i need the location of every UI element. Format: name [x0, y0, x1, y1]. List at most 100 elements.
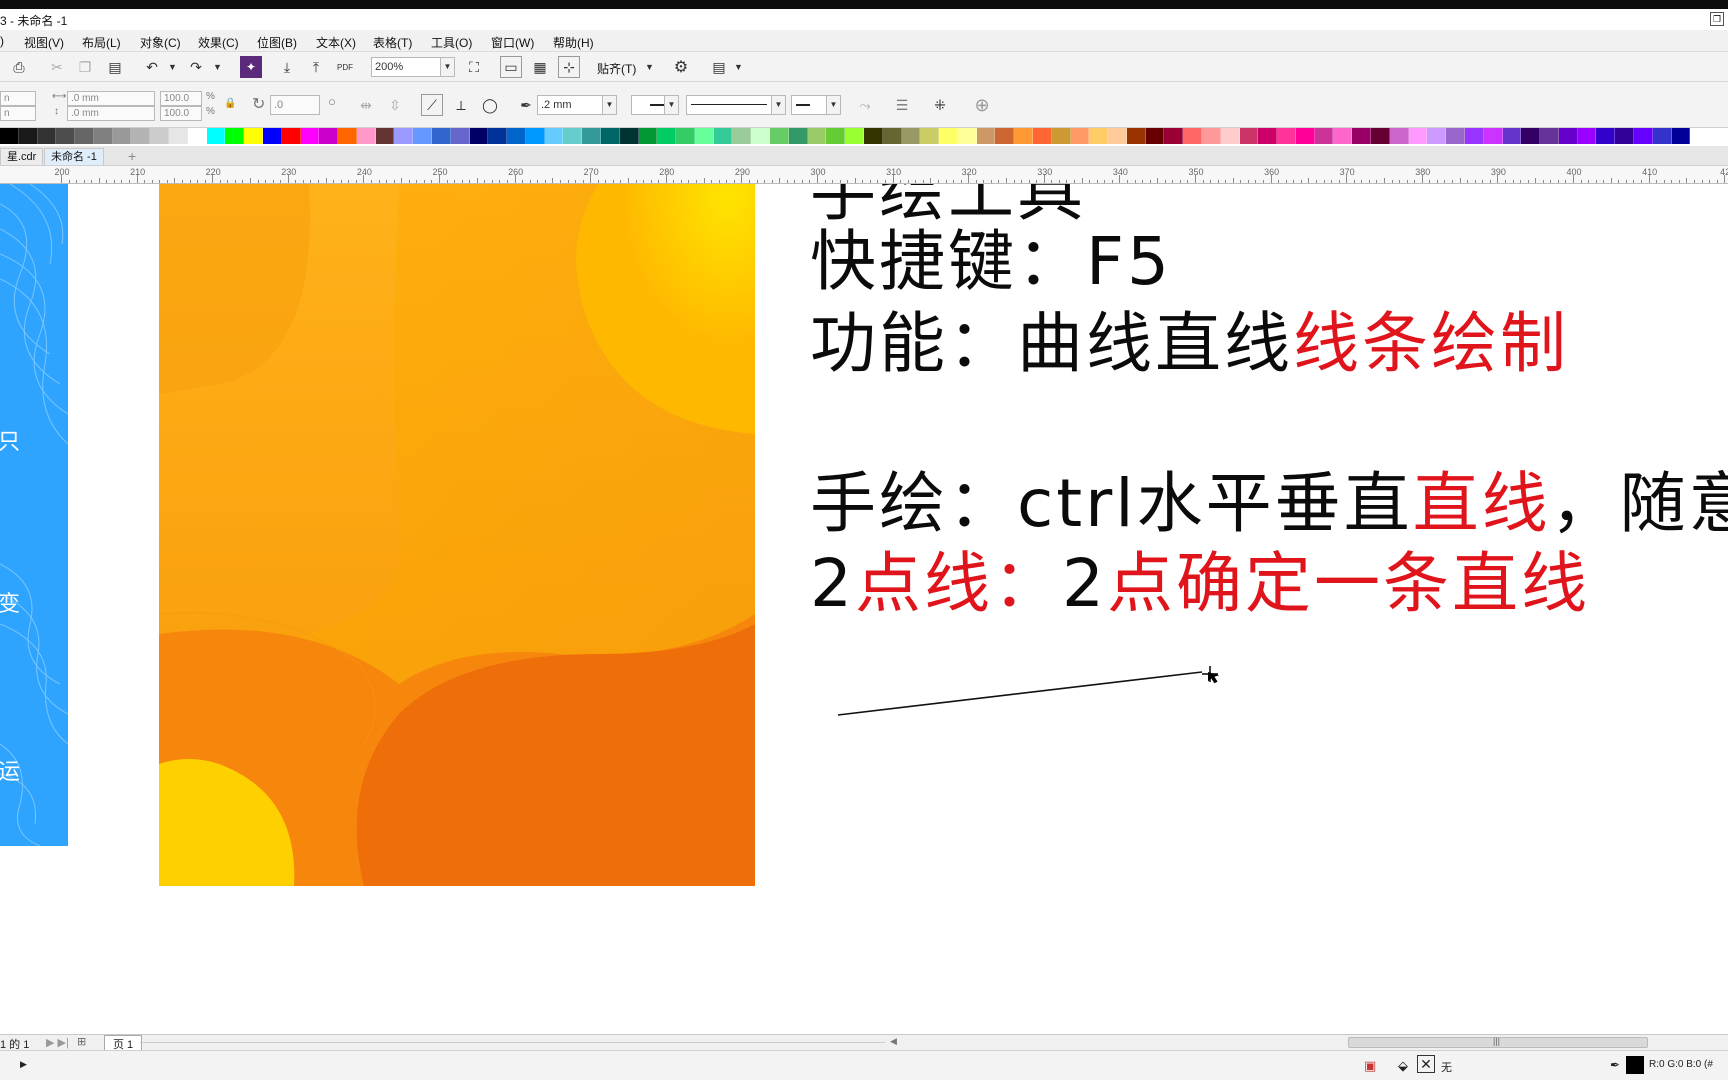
palette-swatch[interactable] [0, 128, 19, 144]
tab-document-untitled[interactable]: 未命名 -1 [44, 148, 104, 165]
mirror-vertical-icon[interactable]: ⇳ [384, 94, 406, 116]
palette-swatch[interactable] [995, 128, 1015, 144]
end-arrowhead-select[interactable]: ▼ [791, 95, 841, 115]
palette-swatch[interactable] [225, 128, 245, 144]
rotation-field[interactable]: .0 [270, 95, 320, 115]
palette-swatch[interactable] [244, 128, 263, 144]
import-icon[interactable]: ⤓ [276, 56, 298, 78]
show-grid-icon[interactable]: ▦ [529, 56, 551, 78]
palette-swatch[interactable] [1483, 128, 1503, 144]
export-icon[interactable]: ⤒ [305, 56, 327, 78]
palette-swatch[interactable] [1464, 128, 1484, 144]
snap-to-menu[interactable]: 贴齐(T) [597, 60, 636, 77]
palette-swatch[interactable] [1615, 128, 1634, 144]
width-field[interactable]: .0 mm [67, 91, 155, 106]
menu-table[interactable]: 表格(T) [373, 34, 412, 51]
tab-document-star[interactable]: 星.cdr [0, 148, 44, 165]
palette-swatch[interactable] [544, 128, 564, 144]
height-field[interactable]: .0 mm [67, 106, 155, 121]
palette-swatch[interactable] [93, 128, 113, 144]
palette-swatch[interactable] [1671, 128, 1691, 144]
launcher-dropdown-icon[interactable]: ▼ [734, 62, 743, 72]
palette-swatch[interactable] [1446, 128, 1465, 144]
horizontal-ruler[interactable]: 200 210 220 230 240 250 260 270 280 290 300 310 320 3… [0, 166, 1728, 184]
palette-swatch[interactable] [676, 128, 695, 144]
palette-swatch[interactable] [431, 128, 451, 144]
palette-swatch[interactable] [882, 128, 902, 144]
palette-swatch[interactable] [356, 128, 376, 144]
palette-swatch[interactable] [1314, 128, 1334, 144]
palette-swatch[interactable] [1652, 128, 1672, 144]
palette-swatch[interactable] [1258, 128, 1278, 144]
palette-swatch[interactable] [976, 128, 996, 144]
copy-icon[interactable]: ❐ [74, 56, 96, 78]
palette-swatch[interactable] [1108, 128, 1127, 144]
add-property-icon[interactable]: ⊕ [971, 94, 993, 116]
palette-swatch[interactable] [751, 128, 771, 144]
palette-swatch[interactable] [1558, 128, 1578, 144]
show-guidelines-icon[interactable]: ⊹ [558, 56, 580, 78]
publish-pdf-icon[interactable]: PDF [334, 56, 356, 78]
palette-swatch[interactable] [525, 128, 545, 144]
palette-swatch[interactable] [56, 128, 76, 144]
palette-swatch[interactable] [413, 128, 432, 144]
two-point-line-icon[interactable]: ⟋ [421, 94, 443, 116]
palette-swatch[interactable] [713, 128, 733, 144]
text-wrap-icon[interactable]: ☰ [891, 94, 913, 116]
palette-swatch[interactable] [1239, 128, 1259, 144]
outline-width-select[interactable]: .2 mm ▼ [537, 95, 617, 115]
palette-swatch[interactable] [657, 128, 677, 144]
palette-swatch[interactable] [1126, 128, 1146, 144]
palette-swatch[interactable] [206, 128, 226, 144]
palette-swatch[interactable] [37, 128, 57, 144]
palette-swatch[interactable] [1540, 128, 1559, 144]
close-curve-icon[interactable]: ⤳ [854, 94, 876, 116]
palette-swatch[interactable] [957, 128, 977, 144]
outline-color-swatch[interactable] [1626, 1056, 1644, 1074]
palette-swatch[interactable] [1220, 128, 1240, 144]
palette-swatch[interactable] [1633, 128, 1653, 144]
palette-swatch[interactable] [732, 128, 752, 144]
menu-view[interactable]: 视图(V) [24, 34, 64, 51]
palette-swatch[interactable] [507, 128, 526, 144]
lock-ratio-icon[interactable]: 🔒 [224, 98, 236, 109]
horizontal-scrollbar-thumb[interactable]: ||| [1348, 1036, 1648, 1048]
palette-swatch[interactable] [901, 128, 921, 144]
palette-swatch[interactable] [150, 128, 170, 144]
palette-swatch[interactable] [694, 128, 714, 144]
palette-swatch[interactable] [319, 128, 339, 144]
start-arrowhead-select[interactable]: ▼ [631, 95, 679, 115]
palette-swatch[interactable] [169, 128, 188, 144]
palette-swatch[interactable] [582, 128, 601, 144]
palette-swatch[interactable] [1014, 128, 1033, 144]
paste-icon[interactable]: ▤ [104, 56, 126, 78]
palette-swatch[interactable] [262, 128, 282, 144]
scale-y-field[interactable]: 100.0 [160, 106, 202, 121]
redo-icon[interactable]: ↷ [185, 56, 207, 78]
mirror-horizontal-icon[interactable]: ⇹ [355, 94, 377, 116]
palette-swatch[interactable] [1032, 128, 1052, 144]
palette-swatch[interactable] [488, 128, 508, 144]
palette-swatch[interactable] [845, 128, 864, 144]
palette-swatch[interactable] [469, 128, 489, 144]
scroll-left-icon[interactable]: ◀ [890, 1036, 897, 1047]
palette-swatch[interactable] [863, 128, 883, 144]
perpendicular-line-icon[interactable]: ⟂ [450, 94, 472, 116]
palette-swatch[interactable] [18, 128, 38, 144]
palette-swatch[interactable] [1070, 128, 1090, 144]
add-page-icon[interactable]: ⊞ [77, 1035, 86, 1048]
restore-window-icon[interactable]: ❐ [1710, 12, 1724, 26]
menu-layout[interactable]: 布局(L) [82, 34, 121, 51]
line-style-select[interactable]: ▼ [686, 95, 786, 115]
menu-effects[interactable]: 效果(C) [198, 34, 239, 51]
palette-swatch[interactable] [1389, 128, 1409, 144]
undo-icon[interactable]: ↶ [141, 56, 163, 78]
scale-x-field[interactable]: 100.0 [160, 91, 202, 106]
palette-swatch[interactable] [112, 128, 132, 144]
palette-swatch[interactable] [1371, 128, 1390, 144]
palette-swatch[interactable] [1521, 128, 1541, 144]
drawn-straight-line[interactable] [820, 654, 1240, 744]
color-palette[interactable] [0, 128, 1691, 144]
palette-swatch[interactable] [1164, 128, 1184, 144]
palette-swatch[interactable] [1089, 128, 1109, 144]
